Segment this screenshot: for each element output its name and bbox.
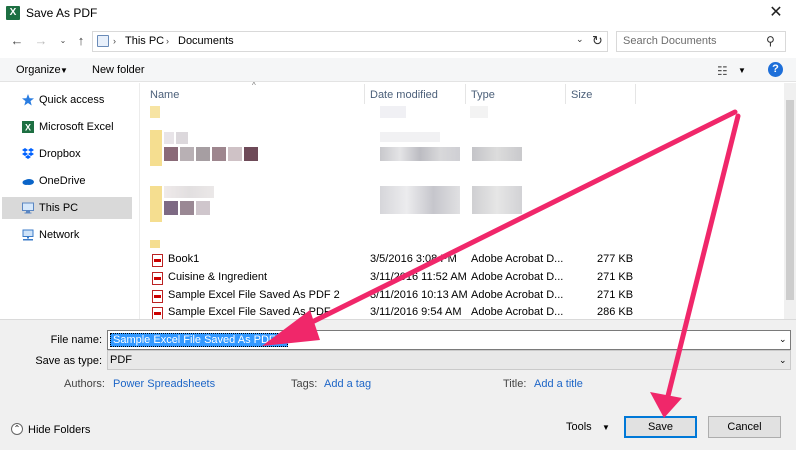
file-size: 277 KB <box>597 253 634 265</box>
file-date: 3/5/2016 3:08 PM <box>370 253 457 265</box>
file-type: Adobe Acrobat D... <box>471 271 564 283</box>
scrollbar-thumb[interactable] <box>786 100 794 300</box>
svg-text:X: X <box>25 123 31 133</box>
save-as-type-value: PDF <box>110 354 132 366</box>
cancel-button[interactable]: Cancel <box>708 416 781 438</box>
column-header-type[interactable]: Type <box>471 89 495 101</box>
nav-item-label: This PC <box>39 202 79 214</box>
title-bar <box>0 0 796 28</box>
tags-label: Tags: <box>291 378 318 390</box>
column-divider[interactable] <box>364 84 365 104</box>
back-arrow-icon[interactable]: ← <box>10 33 24 49</box>
tools-button[interactable]: Tools <box>566 421 592 433</box>
window-title: Save As PDF <box>26 6 98 20</box>
computer-icon <box>22 202 34 214</box>
chevron-right-icon[interactable]: › <box>113 36 116 46</box>
breadcrumb-documents[interactable]: Documents <box>178 35 234 47</box>
table-row[interactable]: Cuisine & Ingredient 3/11/2016 11:52 AM … <box>0 271 796 289</box>
excel-icon: X <box>6 6 20 20</box>
search-placeholder: Search Documents <box>623 35 717 47</box>
nav-item-quick-access[interactable]: Quick access <box>20 89 132 111</box>
network-icon <box>22 229 34 241</box>
pdf-file-icon <box>152 272 163 285</box>
file-size: 271 KB <box>597 289 634 301</box>
column-divider[interactable] <box>635 84 636 104</box>
pdf-file-icon <box>152 254 163 267</box>
chevron-up-icon[interactable]: ⌃ <box>11 423 23 435</box>
column-divider[interactable] <box>465 84 466 104</box>
nav-item-dropbox[interactable]: Dropbox <box>20 143 132 165</box>
search-icon[interactable]: ⚲ <box>766 34 775 48</box>
chevron-right-icon[interactable]: › <box>166 36 169 46</box>
nav-item-label: OneDrive <box>39 175 86 187</box>
file-date: 3/11/2016 10:13 AM <box>370 289 468 301</box>
authors-value[interactable]: Power Spreadsheets <box>113 378 215 390</box>
nav-item-label: Quick access <box>39 94 105 106</box>
computer-icon <box>97 35 109 47</box>
up-arrow-icon[interactable]: ↑ <box>74 33 88 49</box>
pdf-file-icon <box>152 290 163 303</box>
nav-item-network[interactable]: Network <box>20 224 132 246</box>
hide-folders-button[interactable]: Hide Folders <box>28 424 90 436</box>
file-name: Sample Excel File Saved As PDF <box>168 306 331 318</box>
sort-ascending-icon: ^ <box>252 81 256 90</box>
view-options-icon[interactable]: ☷ <box>717 64 728 78</box>
cloud-icon <box>22 179 34 185</box>
excel-icon: X <box>22 121 34 133</box>
authors-label: Authors: <box>64 378 105 390</box>
forward-arrow-icon[interactable]: → <box>34 33 48 49</box>
chevron-down-icon[interactable]: ⌄ <box>779 355 787 366</box>
file-type: Adobe Acrobat D... <box>471 253 564 265</box>
dropbox-icon <box>22 148 34 159</box>
title-input[interactable]: Add a title <box>534 378 583 390</box>
save-as-type-select[interactable] <box>107 350 791 370</box>
nav-item-this-pc[interactable]: This PC <box>2 197 132 219</box>
nav-item-label: Microsoft Excel <box>39 121 114 133</box>
file-type: Adobe Acrobat D... <box>471 289 564 301</box>
file-size: 271 KB <box>597 271 634 283</box>
recent-locations-chevron-icon[interactable]: ⌄ <box>56 33 70 49</box>
file-type: Adobe Acrobat D... <box>471 306 564 318</box>
organize-button[interactable]: Organize <box>16 64 61 76</box>
table-row[interactable]: Book1 3/5/2016 3:08 PM Adobe Acrobat D..… <box>0 253 796 271</box>
star-icon <box>22 94 34 106</box>
file-date: 3/11/2016 9:54 AM <box>370 306 462 318</box>
nav-item-microsoft-excel[interactable]: X Microsoft Excel <box>20 116 132 138</box>
table-row[interactable]: Sample Excel File Saved As PDF 2 3/11/20… <box>0 289 796 307</box>
nav-item-label: Dropbox <box>39 148 81 160</box>
chevron-down-icon[interactable]: ▼ <box>738 66 746 75</box>
column-header-size[interactable]: Size <box>571 89 592 101</box>
file-name: Sample Excel File Saved As PDF 2 <box>168 289 340 301</box>
file-name: Book1 <box>168 253 200 265</box>
save-button[interactable]: Save <box>624 416 697 438</box>
chevron-down-icon[interactable]: ⌄ <box>779 334 787 345</box>
file-name-value[interactable]: Sample Excel File Saved As PDF 5 <box>110 333 288 347</box>
nav-item-label: Network <box>39 229 80 241</box>
column-header-date-modified[interactable]: Date modified <box>370 89 438 101</box>
tags-input[interactable]: Add a tag <box>324 378 371 390</box>
chevron-down-icon[interactable]: ⌄ <box>576 34 584 45</box>
file-size: 286 KB <box>597 306 634 318</box>
nav-item-onedrive[interactable]: OneDrive <box>20 170 132 192</box>
file-date: 3/11/2016 11:52 AM <box>370 271 467 283</box>
title-label: Title: <box>503 378 527 390</box>
chevron-down-icon[interactable]: ▼ <box>602 423 610 432</box>
new-folder-button[interactable]: New folder <box>92 64 145 76</box>
close-icon[interactable]: ✕ <box>766 3 786 23</box>
column-divider[interactable] <box>565 84 566 104</box>
address-bar[interactable] <box>92 31 608 52</box>
refresh-icon[interactable]: ↻ <box>592 33 603 49</box>
save-as-type-label: Save as type: <box>35 355 102 367</box>
chevron-down-icon[interactable]: ▼ <box>60 66 68 75</box>
breadcrumb-this-pc[interactable]: This PC <box>125 35 164 47</box>
file-name: Cuisine & Ingredient <box>168 271 268 283</box>
column-header-name[interactable]: Name <box>150 89 179 101</box>
help-icon[interactable]: ? <box>768 62 783 77</box>
file-name-label: File name: <box>50 334 102 346</box>
